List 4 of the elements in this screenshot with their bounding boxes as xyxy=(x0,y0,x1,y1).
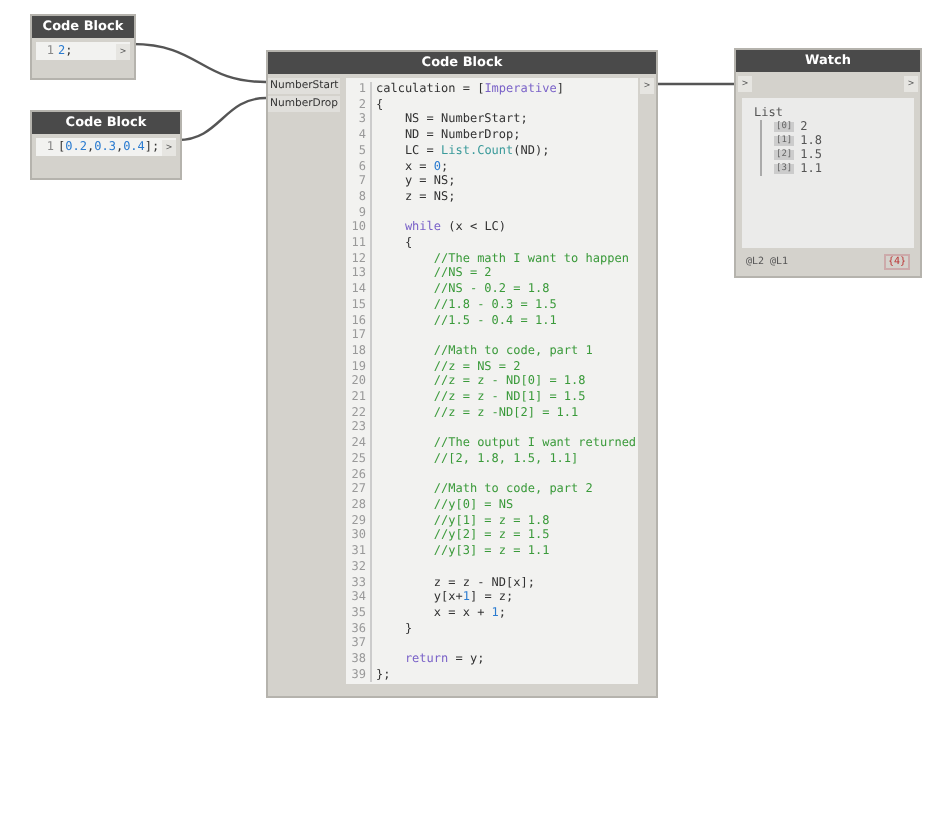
wire xyxy=(177,96,267,142)
code-block-node[interactable] xyxy=(266,50,658,698)
wire xyxy=(131,42,267,84)
wire xyxy=(656,82,734,86)
